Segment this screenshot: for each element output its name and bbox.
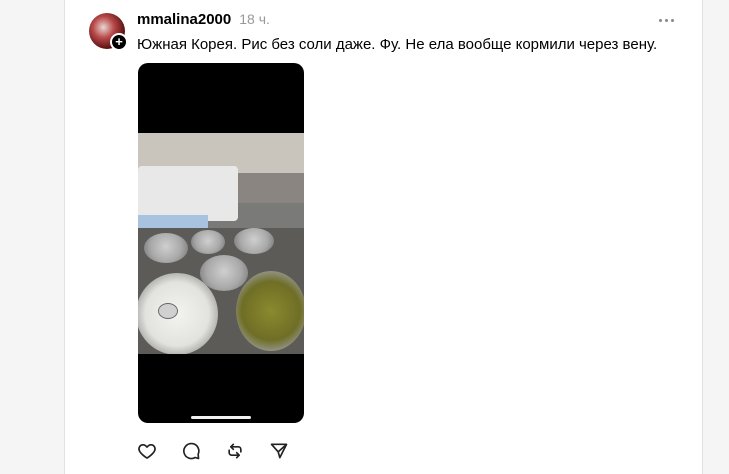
- repost-icon: [228, 443, 242, 459]
- spoon: [158, 303, 178, 319]
- post-card: + mmalina2000 18 ч. Южная Корея. Рис без…: [64, 0, 703, 474]
- more-dot: [670, 18, 674, 22]
- photo-bed-rail: [138, 166, 238, 221]
- bowl: [191, 230, 225, 254]
- bowl: [234, 228, 274, 254]
- post-header: mmalina2000 18 ч.: [137, 11, 270, 31]
- heart-icon: [138, 443, 156, 459]
- share-button[interactable]: [269, 441, 289, 461]
- comment-button[interactable]: [181, 441, 201, 461]
- more-dot: [664, 18, 668, 22]
- comment-bubble-icon: [183, 442, 200, 460]
- post-video[interactable]: [138, 63, 304, 423]
- rice-bowl: [138, 273, 218, 354]
- video-home-indicator: [191, 416, 251, 419]
- post-timestamp[interactable]: 18 ч.: [239, 11, 270, 27]
- username-link[interactable]: mmalina2000: [137, 11, 231, 28]
- soup-bowl: [236, 271, 304, 351]
- more-options-button[interactable]: [656, 12, 676, 28]
- send-icon: [270, 443, 288, 459]
- avatar-container[interactable]: +: [89, 13, 128, 51]
- follow-plus-icon[interactable]: +: [110, 33, 128, 51]
- more-horizontal-icon: [658, 18, 662, 22]
- hospital-food-tray-photo: [138, 133, 304, 354]
- post-text: Южная Корея. Рис без соли даже. Фу. Не е…: [137, 36, 658, 53]
- like-button[interactable]: [137, 441, 157, 461]
- post-actions: [137, 441, 289, 461]
- bowl: [144, 233, 188, 263]
- repost-button[interactable]: [225, 441, 245, 461]
